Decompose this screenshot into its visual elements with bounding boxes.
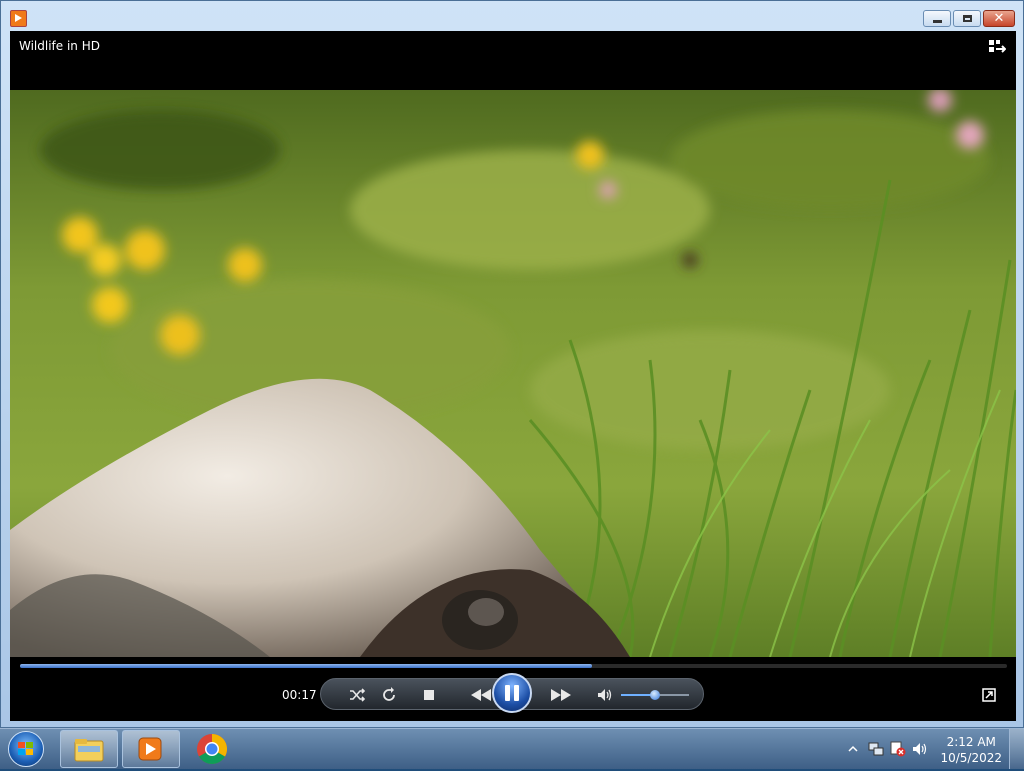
taskbar: 2:12 AM 10/5/2022: [0, 728, 1024, 769]
player-area: Wildlife in HD 00:17: [10, 31, 1016, 721]
show-hidden-icons-chevron[interactable]: [848, 745, 858, 753]
previous-icon: [471, 689, 491, 701]
video-frame[interactable]: [10, 90, 1016, 657]
clock[interactable]: 2:12 AM 10/5/2022: [940, 734, 1002, 766]
volume-icon[interactable]: [912, 741, 928, 757]
taskbar-media-player[interactable]: [122, 730, 180, 768]
shuffle-button[interactable]: [347, 685, 367, 705]
next-icon: [551, 689, 571, 701]
close-button[interactable]: ✕: [983, 10, 1015, 27]
media-player-window: ✕ Wildlife in HD 00:17: [0, 0, 1024, 728]
repeat-icon: [383, 687, 395, 701]
windows-start-icon[interactable]: [8, 731, 44, 767]
taskbar-file-explorer[interactable]: [60, 730, 118, 768]
media-player-icon: [10, 10, 27, 27]
maximize-icon: [962, 15, 972, 22]
title-bar[interactable]: ✕: [1, 1, 1023, 31]
file-explorer-icon: [74, 739, 104, 762]
mute-button[interactable]: [595, 685, 615, 705]
pause-icon: [503, 685, 521, 701]
action-center-icon[interactable]: [890, 741, 906, 757]
seek-bar-progress: [20, 664, 593, 668]
video-title: Wildlife in HD: [19, 39, 100, 53]
close-icon: ✕: [993, 11, 1005, 26]
media-player-icon: [138, 737, 162, 761]
volume-icon: [598, 689, 612, 701]
minimize-button[interactable]: [923, 10, 951, 27]
volume-slider[interactable]: [621, 690, 689, 700]
fullscreen-icon[interactable]: [982, 688, 996, 702]
clock-time: 2:12 AM: [946, 735, 996, 749]
network-icon[interactable]: [868, 741, 884, 757]
elapsed-time: 00:17: [282, 688, 317, 702]
playback-controls: [320, 673, 704, 713]
shuffle-icon: [350, 688, 365, 702]
volume-slider-thumb[interactable]: [650, 690, 660, 700]
seek-bar[interactable]: [20, 664, 1007, 668]
system-tray: 2:12 AM 10/5/2022: [834, 729, 1024, 769]
stop-icon: [424, 690, 434, 700]
minimize-icon: [932, 19, 942, 23]
pause-button[interactable]: [492, 673, 532, 713]
repeat-button[interactable]: [379, 685, 399, 705]
stop-button[interactable]: [419, 685, 439, 705]
next-button[interactable]: [549, 685, 573, 705]
maximize-button[interactable]: [953, 10, 981, 27]
clock-date: 10/5/2022: [940, 751, 1002, 765]
window-controls: ✕: [923, 10, 1015, 27]
switch-to-library-icon[interactable]: [988, 39, 1006, 53]
chrome-icon: [197, 734, 228, 765]
taskbar-chrome[interactable]: [184, 730, 242, 768]
show-desktop-button[interactable]: [1009, 729, 1024, 769]
previous-button[interactable]: [469, 685, 493, 705]
